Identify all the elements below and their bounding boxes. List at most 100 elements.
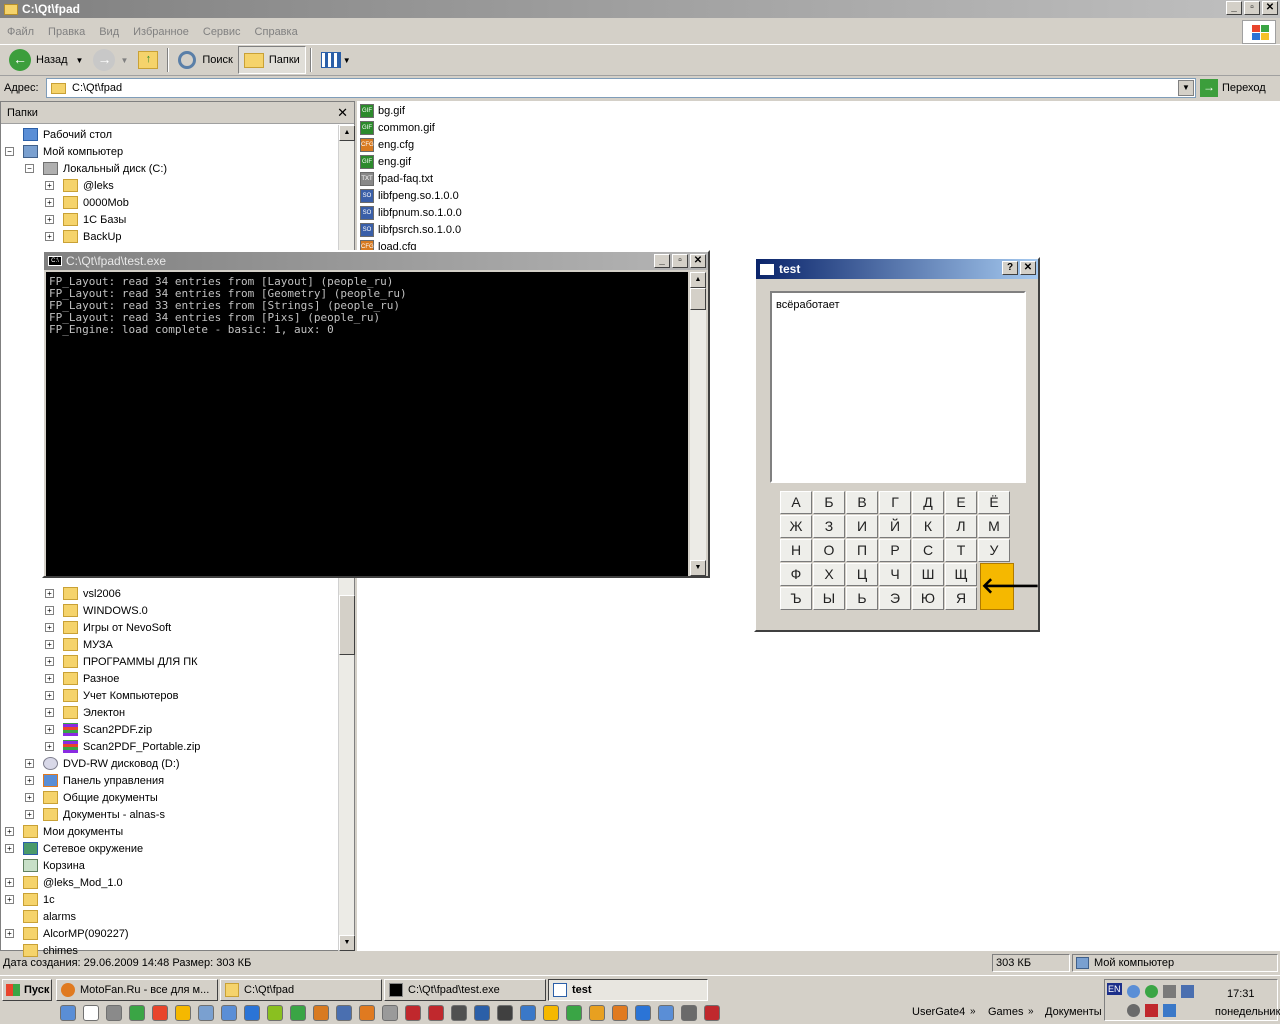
quick-launch-icon[interactable] xyxy=(106,1005,122,1021)
quick-launch-icon[interactable] xyxy=(589,1005,605,1021)
scroll-up-button[interactable]: ▲ xyxy=(339,125,355,141)
tree-item[interactable]: + AlcorMP(090227) xyxy=(5,925,129,942)
key[interactable]: Ю xyxy=(912,587,944,610)
tree-item[interactable]: + Мои документы xyxy=(5,823,123,840)
key[interactable]: Я xyxy=(945,587,977,610)
key[interactable]: Ч xyxy=(879,563,911,586)
tree-item[interactable]: + @leks xyxy=(45,177,114,194)
key[interactable]: Л xyxy=(945,515,977,538)
toolbar-usergate[interactable]: UserGate4 xyxy=(912,1006,965,1018)
tray-kaspersky-icon[interactable] xyxy=(1145,1004,1158,1017)
quick-launch-icon[interactable] xyxy=(566,1005,582,1021)
tree-item[interactable]: +0000Mob xyxy=(45,194,129,211)
quick-launch-icon[interactable] xyxy=(497,1005,513,1021)
expand-icon[interactable]: + xyxy=(45,589,54,598)
quick-launch-icon[interactable] xyxy=(175,1005,191,1021)
expand-icon[interactable]: + xyxy=(25,810,34,819)
quick-launch-icon[interactable] xyxy=(267,1005,283,1021)
tree-item[interactable]: + Scan2PDF.zip xyxy=(45,721,152,738)
quick-launch-icon[interactable] xyxy=(543,1005,559,1021)
tree-item[interactable]: + vsl2006 xyxy=(45,585,121,602)
menu-file[interactable]: Файл xyxy=(0,26,41,38)
tree-item[interactable]: + DVD-RW дисковод (D:) xyxy=(25,755,180,772)
tree-item[interactable]: + Scan2PDF_Portable.zip xyxy=(45,738,200,755)
collapse-icon[interactable]: − xyxy=(5,147,14,156)
chevron-icon[interactable]: » xyxy=(970,1006,976,1017)
quick-launch-icon[interactable] xyxy=(129,1005,145,1021)
expand-icon[interactable]: + xyxy=(45,742,54,751)
close-icon[interactable]: ✕ xyxy=(337,105,348,121)
key[interactable]: А xyxy=(780,491,812,514)
expand-icon[interactable]: + xyxy=(5,844,14,853)
file-item[interactable]: SO libfpeng.so.1.0.0 xyxy=(360,187,459,204)
task-motofan[interactable]: MotoFan.Ru - все для м... xyxy=(56,979,218,1001)
tree-item[interactable]: Корзина xyxy=(5,857,85,874)
quick-launch-icon[interactable] xyxy=(336,1005,352,1021)
key[interactable]: К xyxy=(912,515,944,538)
expand-icon[interactable]: + xyxy=(5,929,14,938)
start-button[interactable]: Пуск xyxy=(2,979,52,1001)
tree-item[interactable]: + Игры от NevoSoft xyxy=(45,619,171,636)
file-item[interactable]: SO libfpnum.so.1.0.0 xyxy=(360,204,462,221)
expand-icon[interactable]: + xyxy=(25,759,34,768)
key[interactable]: Ё xyxy=(978,491,1010,514)
up-button[interactable]: ↑ xyxy=(133,46,163,74)
key[interactable]: Щ xyxy=(945,563,977,586)
minimize-button[interactable]: _ xyxy=(1226,1,1242,15)
close-button[interactable]: ✕ xyxy=(1262,1,1278,15)
clock-day[interactable]: понедельник xyxy=(1215,1006,1280,1018)
menu-help[interactable]: Справка xyxy=(248,26,305,38)
task-console[interactable]: C:\Qt\fpad\test.exe xyxy=(384,979,546,1001)
tree-item[interactable]: alarms xyxy=(5,908,76,925)
key[interactable]: М xyxy=(978,515,1010,538)
tree-item[interactable]: + Сетевое окружение xyxy=(5,840,143,857)
chevron-down-icon[interactable]: ▼ xyxy=(76,56,84,65)
chevron-icon[interactable]: » xyxy=(1028,1006,1034,1017)
key[interactable]: Ъ xyxy=(780,587,812,610)
expand-icon[interactable]: + xyxy=(25,776,34,785)
console-minimize-button[interactable]: _ xyxy=(654,254,670,268)
expand-icon[interactable]: + xyxy=(5,827,14,836)
backspace-key[interactable]: 🡐 xyxy=(980,563,1040,610)
key[interactable]: Ь xyxy=(846,587,878,610)
quick-launch-icon[interactable] xyxy=(244,1005,260,1021)
quick-launch-icon[interactable] xyxy=(451,1005,467,1021)
tree-item[interactable]: +1c xyxy=(5,891,55,908)
folders-button[interactable]: Папки xyxy=(237,46,306,74)
expand-icon[interactable]: + xyxy=(45,657,54,666)
views-button[interactable]: ▼ xyxy=(316,46,356,74)
key[interactable]: Ф xyxy=(780,563,812,586)
tree-item[interactable]: + Общие документы xyxy=(25,789,158,806)
tree-item[interactable]: + Электон xyxy=(45,704,125,721)
key[interactable]: О xyxy=(813,539,845,562)
file-item[interactable]: SO libfpsrch.so.1.0.0 xyxy=(360,221,461,238)
go-button[interactable]: → Переход xyxy=(1200,78,1266,98)
clock-time[interactable]: 17:31 xyxy=(1227,988,1255,1000)
key[interactable]: И xyxy=(846,515,878,538)
quick-launch-icon[interactable] xyxy=(60,1005,76,1021)
quick-launch-icon[interactable] xyxy=(152,1005,168,1021)
expand-icon[interactable]: + xyxy=(45,708,54,717)
key[interactable]: Х xyxy=(813,563,845,586)
tree-item[interactable]: + МУЗА xyxy=(45,636,113,653)
tree-item[interactable]: + WINDOWS.0 xyxy=(45,602,148,619)
tree-item[interactable]: + Документы - alnas-s xyxy=(25,806,165,823)
quick-launch-icon[interactable] xyxy=(198,1005,214,1021)
key[interactable]: С xyxy=(912,539,944,562)
quick-launch-icon[interactable] xyxy=(382,1005,398,1021)
console-scrollbar[interactable]: ▲ ▼ xyxy=(690,272,706,576)
file-item[interactable]: GIF common.gif xyxy=(360,119,435,136)
toolbar-games[interactable]: Games xyxy=(988,1006,1023,1018)
chevron-down-icon[interactable]: ▼ xyxy=(120,56,128,65)
collapse-icon[interactable]: − xyxy=(25,164,34,173)
expand-icon[interactable]: + xyxy=(45,725,54,734)
quick-launch-icon[interactable] xyxy=(313,1005,329,1021)
quick-launch-icon[interactable] xyxy=(474,1005,490,1021)
text-area[interactable]: всёработает xyxy=(770,291,1026,483)
key[interactable]: П xyxy=(846,539,878,562)
tray-agent-icon[interactable] xyxy=(1163,1004,1176,1017)
scroll-down-button[interactable]: ▼ xyxy=(339,935,355,951)
tree-item[interactable]: + Разное xyxy=(45,670,119,687)
key[interactable]: Е xyxy=(945,491,977,514)
file-item[interactable]: GIF bg.gif xyxy=(360,102,405,119)
